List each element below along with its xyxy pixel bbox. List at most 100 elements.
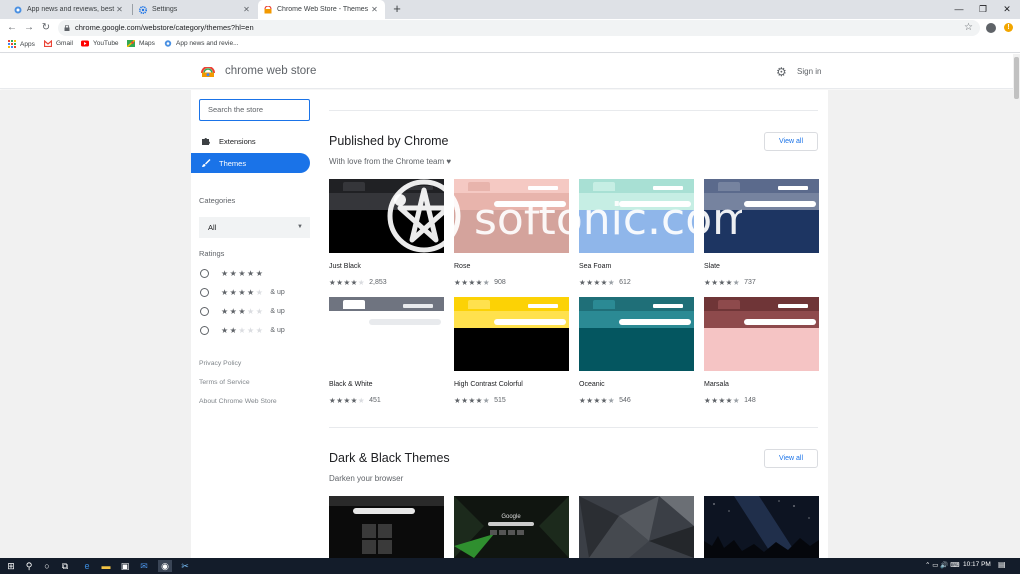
- tab-settings[interactable]: Settings ✕: [133, 0, 257, 19]
- minimize-button[interactable]: —: [948, 0, 970, 19]
- theme-name[interactable]: Sea Foam: [579, 263, 611, 270]
- bookmark-label: Maps: [139, 40, 155, 47]
- theme-card[interactable]: Slate ★★★★★ 737: [704, 179, 819, 287]
- theme-name[interactable]: Rose: [454, 263, 470, 270]
- rating-filter-2[interactable]: ★★★★★ & up: [200, 324, 285, 336]
- chrome-taskbar-icon[interactable]: ◉: [158, 560, 172, 572]
- tab-chrome-web-store[interactable]: Chrome Web Store - Themes ✕: [258, 0, 385, 19]
- section-title[interactable]: Dark & Black Themes: [329, 451, 450, 465]
- theme-name[interactable]: Oceanic: [579, 381, 605, 388]
- rating-count: 451: [369, 397, 381, 404]
- windows-start-icon[interactable]: ⊞: [4, 560, 18, 572]
- dark-theme-thumbnail[interactable]: [579, 496, 694, 558]
- radio-button[interactable]: [200, 306, 209, 316]
- reload-button[interactable]: ↻: [39, 21, 53, 35]
- new-tab-button[interactable]: +: [390, 1, 404, 16]
- search-input[interactable]: Search the store: [199, 99, 310, 121]
- theme-card[interactable]: Sea Foam ★★★★★ 612: [579, 179, 694, 287]
- theme-thumbnail[interactable]: [454, 179, 569, 253]
- theme-thumbnail[interactable]: [454, 297, 569, 371]
- bookmark-softonic[interactable]: App news and revie...: [164, 40, 239, 47]
- theme-name[interactable]: Marsala: [704, 381, 729, 388]
- back-button[interactable]: ←: [5, 21, 19, 35]
- bookmark-gmail[interactable]: Gmail: [44, 40, 73, 47]
- sidebar-item-themes[interactable]: Themes: [191, 153, 310, 173]
- theme-name[interactable]: Slate: [704, 263, 720, 270]
- update-alert-icon[interactable]: !: [1004, 23, 1013, 32]
- file-explorer-icon[interactable]: ▬: [99, 560, 113, 572]
- preview-active-tab: [468, 182, 490, 191]
- terms-of-service-link[interactable]: Terms of Service: [199, 379, 250, 386]
- restore-button[interactable]: ❐: [972, 0, 994, 19]
- store-icon[interactable]: ▣: [118, 560, 132, 572]
- theme-card[interactable]: High Contrast Colorful ★★★★★ 515: [454, 297, 569, 405]
- theme-thumbnail[interactable]: [329, 179, 444, 253]
- lock-icon[interactable]: [64, 25, 70, 31]
- address-bar[interactable]: chrome.google.com/webstore/category/them…: [58, 20, 980, 36]
- close-window-button[interactable]: ✕: [996, 0, 1018, 19]
- notifications-icon[interactable]: ▤: [998, 560, 1006, 569]
- tray-icons[interactable]: ⌃ ▭ 🔊 ⌨: [925, 561, 959, 569]
- dark-theme-thumbnail[interactable]: [704, 496, 819, 558]
- theme-name[interactable]: Just Black: [329, 263, 361, 270]
- task-view-icon[interactable]: ⧉: [58, 560, 72, 572]
- dark-theme-thumbnail[interactable]: [329, 496, 444, 558]
- privacy-policy-link[interactable]: Privacy Policy: [199, 360, 241, 367]
- mail-icon[interactable]: ✉: [137, 560, 151, 572]
- bookmark-star-icon[interactable]: ☆: [964, 22, 973, 33]
- bookmark-label: App news and revie...: [176, 40, 239, 47]
- settings-gear-icon[interactable]: ⚙: [776, 65, 787, 79]
- star-rating-icon: ★★★★★: [579, 396, 616, 405]
- store-title[interactable]: chrome web store: [225, 65, 316, 77]
- section-title[interactable]: Published by Chrome: [329, 134, 449, 148]
- theme-card[interactable]: Rose ★★★★★ 908: [454, 179, 569, 287]
- star-rating-icon: ★★★★★: [329, 396, 366, 405]
- scrollbar-thumb[interactable]: [1014, 57, 1019, 99]
- cortana-icon[interactable]: ○: [40, 560, 54, 572]
- view-all-button[interactable]: View all: [764, 132, 818, 151]
- rating-filter-5[interactable]: ★★★★★: [200, 267, 270, 279]
- snipping-tool-icon[interactable]: ✂: [178, 560, 192, 572]
- rating-count: 515: [494, 397, 506, 404]
- bookmarks-bar: Apps Gmail YouTube Maps App news and rev…: [0, 37, 1020, 53]
- scrollbar[interactable]: [1013, 54, 1020, 558]
- theme-thumbnail[interactable]: [579, 179, 694, 253]
- rating-count: 737: [744, 279, 756, 286]
- edge-browser-icon[interactable]: e: [80, 560, 94, 572]
- bookmark-apps[interactable]: Apps: [8, 40, 35, 48]
- search-icon[interactable]: ⚲: [22, 560, 36, 572]
- about-store-link[interactable]: About Chrome Web Store: [199, 398, 277, 405]
- view-all-button[interactable]: View all: [764, 449, 818, 468]
- sidebar-item-extensions[interactable]: Extensions: [191, 131, 310, 151]
- close-icon[interactable]: ✕: [370, 5, 379, 14]
- radio-button[interactable]: [200, 287, 209, 297]
- dark-theme-thumbnail[interactable]: Google: [454, 496, 569, 558]
- theme-name[interactable]: High Contrast Colorful: [454, 381, 523, 388]
- rating-suffix: & up: [270, 326, 285, 334]
- close-icon[interactable]: ✕: [115, 5, 124, 14]
- bookmark-maps[interactable]: Maps: [127, 40, 155, 47]
- chrome-web-store-logo-icon[interactable]: [201, 67, 215, 77]
- tab-label: Chrome Web Store - Themes: [277, 6, 369, 13]
- theme-card[interactable]: Just Black ★★★★★ 2,853: [329, 179, 444, 287]
- theme-card[interactable]: Oceanic ★★★★★ 546: [579, 297, 694, 405]
- forward-button[interactable]: →: [22, 21, 36, 35]
- theme-thumbnail[interactable]: [329, 297, 444, 371]
- theme-name[interactable]: Black & White: [329, 381, 373, 388]
- radio-button[interactable]: [200, 268, 209, 278]
- close-icon[interactable]: ✕: [242, 5, 251, 14]
- bookmark-youtube[interactable]: YouTube: [81, 40, 119, 47]
- rating-filter-4[interactable]: ★★★★★ & up: [200, 286, 285, 298]
- rating-filter-3[interactable]: ★★★★★ & up: [200, 305, 285, 317]
- theme-thumbnail[interactable]: [704, 297, 819, 371]
- theme-card[interactable]: Marsala ★★★★★ 148: [704, 297, 819, 405]
- account-avatar-icon[interactable]: [986, 23, 996, 33]
- radio-button[interactable]: [200, 325, 209, 335]
- category-select[interactable]: All ▼: [199, 217, 310, 238]
- theme-thumbnail[interactable]: [579, 297, 694, 371]
- theme-card[interactable]: Black & White ★★★★★ 451: [329, 297, 444, 405]
- tab-softonic[interactable]: App news and reviews, best soft ✕: [8, 0, 130, 19]
- theme-thumbnail[interactable]: [704, 179, 819, 253]
- sign-in-link[interactable]: Sign in: [797, 67, 821, 76]
- clock[interactable]: 10:17 PM: [963, 561, 991, 568]
